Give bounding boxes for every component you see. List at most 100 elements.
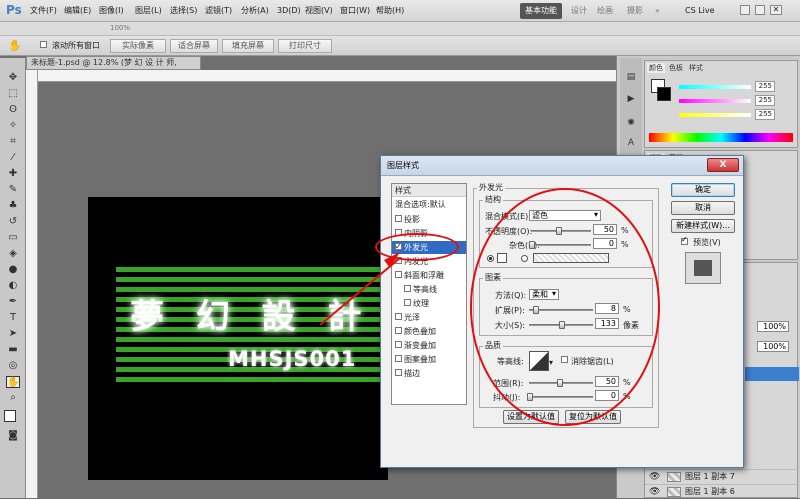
- workspace-photography[interactable]: 摄影: [622, 3, 648, 19]
- layer-row[interactable]: 👁 图层 1 副本 6: [645, 484, 799, 498]
- marquee-tool-icon[interactable]: ⬚: [6, 88, 20, 100]
- application-bar: 100%: [0, 22, 800, 36]
- green-slider[interactable]: [679, 99, 751, 103]
- quick-mask-icon[interactable]: ◙: [6, 430, 20, 442]
- color-spectrum[interactable]: [649, 133, 793, 142]
- style-item-label: 等高线: [413, 285, 437, 294]
- dialog-titlebar[interactable]: 图层样式 X: [381, 156, 743, 176]
- scroll-all-checkbox[interactable]: [40, 41, 47, 48]
- character-panel-icon[interactable]: A: [624, 138, 638, 150]
- foreground-color-swatch[interactable]: [4, 410, 16, 422]
- zoom-tool-icon[interactable]: ⌕: [6, 392, 20, 404]
- style-item-label: 纹理: [413, 299, 429, 308]
- red-value[interactable]: 255: [755, 81, 775, 92]
- document-tab[interactable]: 未标题-1.psd @ 12.8% (梦 幻 设 计 师, RGB/8): [26, 56, 201, 79]
- workspace-essentials[interactable]: 基本功能: [520, 3, 562, 19]
- actions-panel-icon[interactable]: ▶: [624, 94, 638, 106]
- outer-glow-title: 外发光: [477, 182, 505, 193]
- styles-header[interactable]: 样式: [392, 184, 466, 197]
- style-item-drop-shadow[interactable]: 投影: [392, 213, 466, 226]
- eraser-tool-icon[interactable]: ▭: [6, 232, 20, 244]
- green-value[interactable]: 255: [755, 95, 775, 106]
- 3d-rotate-tool-icon[interactable]: ◎: [6, 360, 20, 372]
- new-style-button[interactable]: 新建样式(W)...: [671, 219, 735, 233]
- hand-tool-icon[interactable]: ✋: [6, 376, 20, 388]
- dodge-tool-icon[interactable]: ◐: [6, 280, 20, 292]
- menu-select[interactable]: 选择(S): [170, 0, 197, 22]
- tab-styles[interactable]: 样式: [687, 63, 705, 73]
- red-slider[interactable]: [679, 85, 751, 89]
- color-panel: 颜色 色板 样式 255 255 255: [644, 60, 798, 148]
- layer-fill-field[interactable]: 100%: [757, 341, 789, 352]
- menu-analysis[interactable]: 分析(A): [241, 0, 269, 22]
- gradient-overlay-checkbox[interactable]: [395, 341, 402, 348]
- style-item-stroke[interactable]: 描边: [392, 367, 466, 380]
- menu-layer[interactable]: 图层(L): [135, 0, 162, 22]
- workspace-more[interactable]: »: [650, 3, 665, 19]
- fit-screen-button[interactable]: 适合屏幕: [170, 39, 218, 53]
- maximize-button[interactable]: [755, 5, 765, 15]
- brush-tool-icon[interactable]: ✎: [6, 184, 20, 196]
- stroke-checkbox[interactable]: [395, 369, 402, 376]
- minimize-button[interactable]: [740, 5, 750, 15]
- style-item-pattern-overlay[interactable]: 图案叠加: [392, 353, 466, 366]
- pen-tool-icon[interactable]: ✒: [6, 296, 20, 308]
- healing-brush-tool-icon[interactable]: ✚: [6, 168, 20, 180]
- print-size-button[interactable]: 打印尺寸: [278, 39, 332, 53]
- history-brush-tool-icon[interactable]: ↺: [6, 216, 20, 228]
- move-tool-icon[interactable]: ✥: [6, 72, 20, 84]
- crop-tool-icon[interactable]: ⌗: [6, 136, 20, 148]
- structure-label: 结构: [483, 194, 503, 205]
- menu-file[interactable]: 文件(F): [30, 0, 57, 22]
- menu-window[interactable]: 窗口(W): [340, 0, 370, 22]
- close-icon[interactable]: ✕: [770, 5, 782, 15]
- blue-slider[interactable]: [679, 113, 751, 117]
- hand-tool-icon: ✋: [8, 39, 22, 52]
- zoom-readout[interactable]: 100%: [110, 24, 130, 32]
- preview-checkbox[interactable]: [681, 235, 688, 245]
- style-item-label: 渐变叠加: [404, 341, 436, 350]
- tab-color[interactable]: 颜色: [647, 63, 665, 73]
- tab-swatches[interactable]: 色板: [667, 63, 685, 73]
- blending-options-item[interactable]: 混合选项:默认: [392, 198, 466, 211]
- eye-icon[interactable]: 👁: [649, 486, 660, 499]
- blue-value[interactable]: 255: [755, 109, 775, 120]
- selected-layer-highlight[interactable]: [745, 367, 799, 381]
- ok-button[interactable]: 确定: [671, 183, 735, 197]
- menu-3d[interactable]: 3D(D): [277, 0, 301, 22]
- clone-stamp-tool-icon[interactable]: ♣: [6, 200, 20, 212]
- eye-icon[interactable]: 👁: [649, 471, 660, 484]
- fill-screen-button[interactable]: 填充屏幕: [222, 39, 274, 53]
- workspace-design[interactable]: 设计: [566, 3, 592, 19]
- blur-tool-icon[interactable]: ●: [6, 264, 20, 276]
- type-tool-icon[interactable]: T: [6, 312, 20, 324]
- menu-image[interactable]: 图像(I): [99, 0, 124, 22]
- info-panel-icon[interactable]: ✺: [624, 118, 638, 130]
- workspace-painting[interactable]: 绘画: [592, 3, 618, 19]
- menu-edit[interactable]: 编辑(E): [64, 0, 91, 22]
- eyedropper-tool-icon[interactable]: ⁄: [6, 152, 20, 164]
- history-panel-icon[interactable]: ▤: [624, 72, 638, 84]
- menu-view[interactable]: 视图(V): [305, 0, 333, 22]
- shape-tool-icon[interactable]: ▬: [6, 344, 20, 356]
- paint-bucket-tool-icon[interactable]: ◈: [6, 248, 20, 260]
- pattern-overlay-checkbox[interactable]: [395, 355, 402, 362]
- style-item-label: 描边: [404, 369, 420, 378]
- menu-help[interactable]: 帮助(H): [376, 0, 404, 22]
- actual-pixels-button[interactable]: 实际像素: [110, 39, 166, 53]
- lasso-tool-icon[interactable]: ʘ: [6, 104, 20, 116]
- background-color[interactable]: [657, 87, 671, 101]
- dialog-close-icon[interactable]: X: [707, 158, 739, 172]
- path-selection-tool-icon[interactable]: ➤: [6, 328, 20, 340]
- layer-opacity-field[interactable]: 100%: [757, 321, 789, 332]
- horizontal-ruler: [26, 70, 616, 82]
- annotation-ellipse-settings: [470, 188, 660, 426]
- drop-shadow-checkbox[interactable]: [395, 215, 402, 222]
- style-item-label: 斜面和浮雕: [404, 271, 444, 280]
- cs-live-button[interactable]: CS Live: [680, 3, 720, 19]
- menu-filter[interactable]: 滤镜(T): [205, 0, 232, 22]
- magic-wand-tool-icon[interactable]: ✧: [6, 120, 20, 132]
- cancel-button[interactable]: 取消: [671, 201, 735, 215]
- style-item-gradient-overlay[interactable]: 渐变叠加: [392, 339, 466, 352]
- layer-row[interactable]: 👁 图层 1 副本 7: [645, 469, 799, 483]
